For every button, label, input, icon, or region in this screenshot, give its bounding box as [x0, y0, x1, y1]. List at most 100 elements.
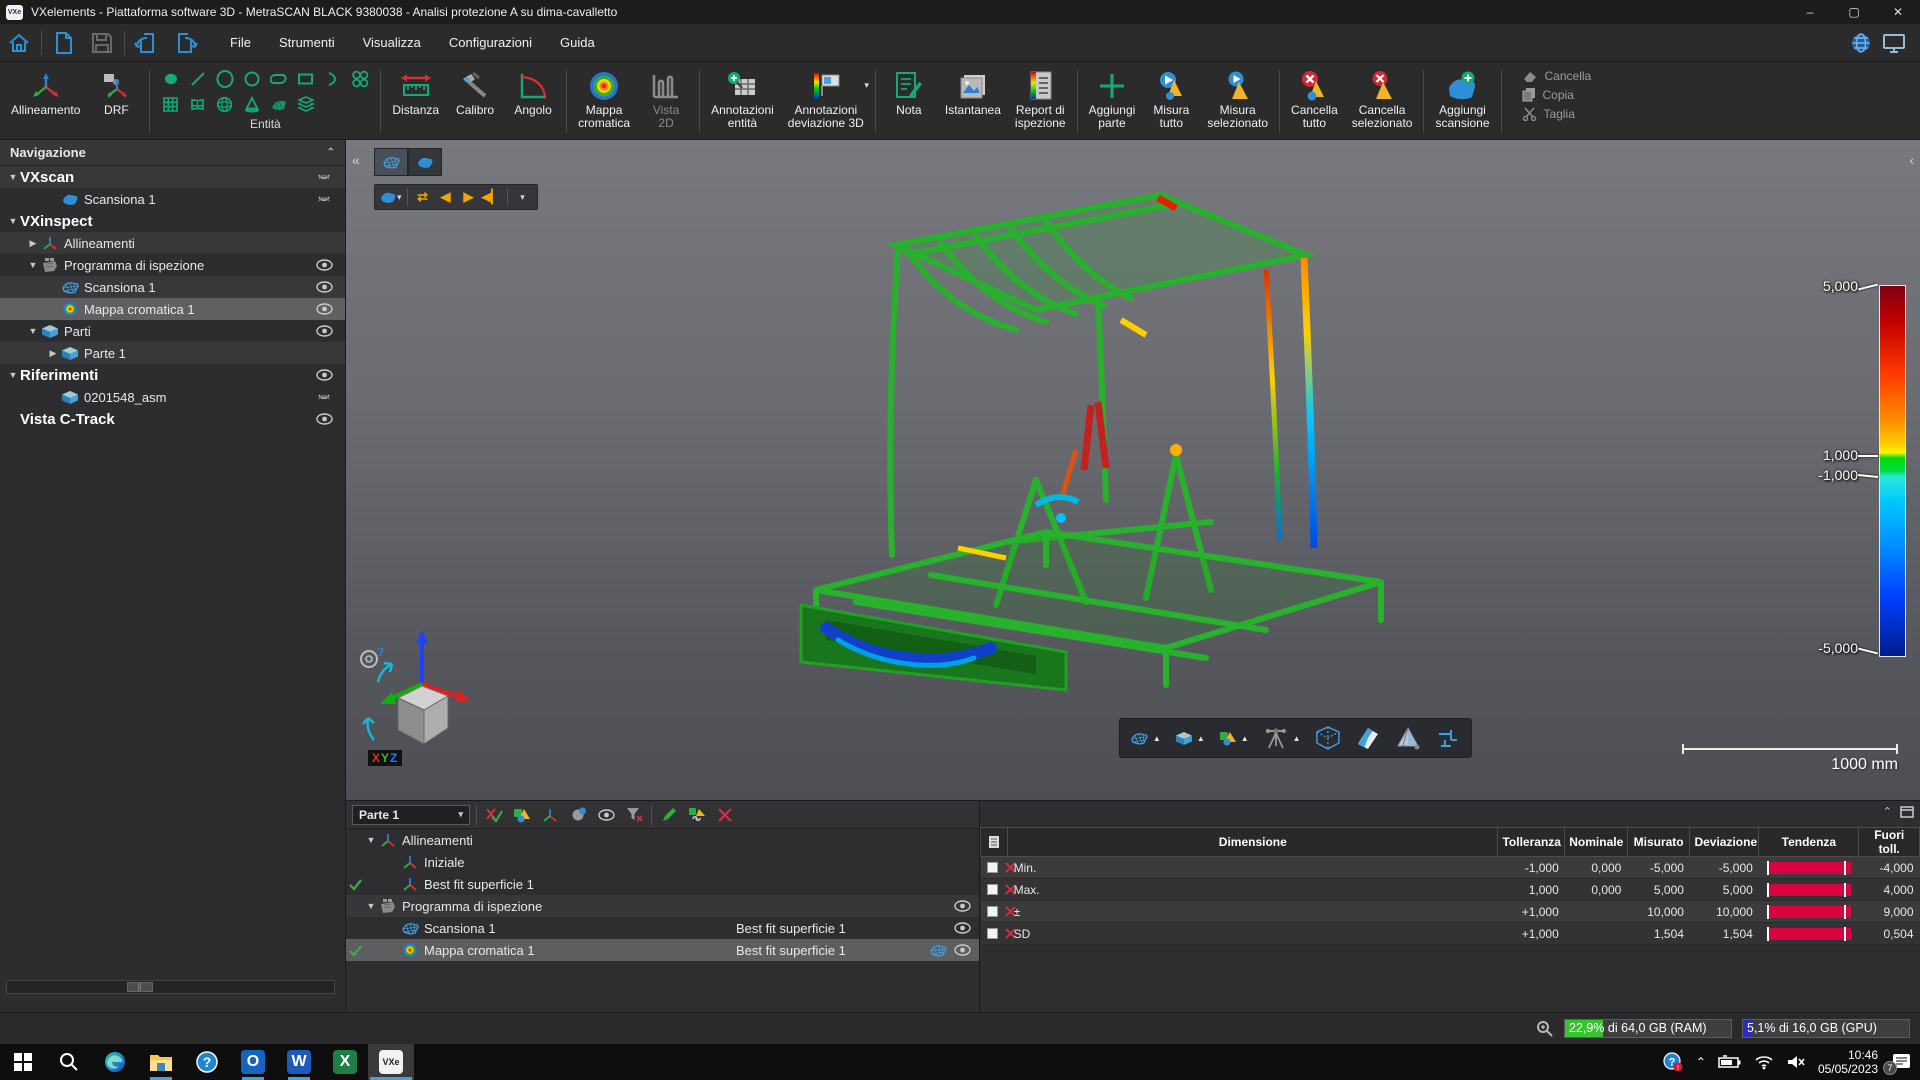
table-row-sd[interactable]: SD+1,0001,5041,5040,504: [981, 923, 1920, 945]
previous-frame-icon[interactable]: ◀: [436, 186, 456, 208]
col-tendenza[interactable]: Tendenza: [1759, 828, 1859, 857]
menu-configurazioni[interactable]: Configurazioni: [437, 29, 544, 56]
part-tree-item-iniziale[interactable]: Iniziale: [346, 851, 979, 873]
outlook-button[interactable]: O: [230, 1044, 276, 1080]
volume-muted-icon[interactable]: [1786, 1054, 1806, 1070]
edge-button[interactable]: [92, 1044, 138, 1080]
chevron-down-icon[interactable]: ▼: [26, 260, 40, 270]
chevron-down-icon[interactable]: ▼: [6, 370, 20, 380]
dropdown-arrow-icon[interactable]: ▲: [1241, 734, 1249, 743]
link-entities-icon[interactable]: [686, 804, 708, 826]
mappa-cromatica-button[interactable]: Mappa cromatica: [571, 64, 637, 139]
notification-center-icon[interactable]: 7: [1890, 1052, 1912, 1072]
scan-selector-button[interactable]: ▾: [379, 186, 402, 208]
entity-point-icon[interactable]: [158, 67, 183, 91]
istantanea-button[interactable]: Istantanea: [938, 64, 1008, 139]
allineamento-button[interactable]: Allineamento: [4, 64, 87, 139]
tray-help-icon[interactable]: ?!: [1662, 1051, 1684, 1073]
entity-cone-icon[interactable]: [239, 92, 264, 116]
table-row-min[interactable]: Min.-1,0000,000-5,000-5,000-4,000: [981, 857, 1920, 879]
col-deviazione[interactable]: Deviazione: [1690, 828, 1759, 857]
toggle-half-icon[interactable]: [315, 191, 333, 207]
part-tree-item-scansiona-1[interactable]: Scansiona 1Best fit superficie 1: [346, 917, 979, 939]
entity-circle-icon[interactable]: [239, 67, 264, 91]
collapse-left-panel-icon[interactable]: «: [352, 152, 360, 168]
nav-item-allineamenti[interactable]: ▶Allineamenti: [0, 232, 345, 254]
alignment-filter-icon[interactable]: [539, 804, 561, 826]
aggiungi-scansione-button[interactable]: Aggiungi scansione: [1428, 64, 1496, 139]
help-button[interactable]: ?: [184, 1044, 230, 1080]
visibility-eye-icon[interactable]: [315, 323, 333, 339]
navigation-collapse-icon[interactable]: ⌃: [327, 147, 335, 158]
angolo-button[interactable]: Angolo: [504, 64, 562, 139]
nav-item-parte-1[interactable]: ▶Parte 1: [0, 342, 345, 364]
visibility-eye-icon[interactable]: [954, 900, 971, 912]
toggle-half-icon[interactable]: [315, 169, 333, 185]
cancella-selezionato-button[interactable]: Cancella selezionato: [1345, 64, 1420, 139]
nav-item-mappa-cromatica-1[interactable]: Mappa cromatica 1: [0, 298, 345, 320]
search-button[interactable]: [46, 1044, 92, 1080]
drf-button[interactable]: DRF: [87, 64, 145, 139]
part-selector-dropdown[interactable]: Parte 1▾: [352, 805, 470, 825]
file-explorer-button[interactable]: [138, 1044, 184, 1080]
entity-line-icon[interactable]: [185, 67, 210, 91]
col-dimensione[interactable]: Dimensione: [1008, 828, 1498, 857]
misura-selezionato-button[interactable]: Misura selezionato: [1200, 64, 1275, 139]
table-row-±[interactable]: ±+1,00010,00010,0009,000: [981, 901, 1920, 923]
next-frame-icon[interactable]: ▶: [459, 186, 479, 208]
menu-file[interactable]: File: [218, 29, 263, 56]
tracker-display-mode-button[interactable]: ▲: [1263, 726, 1301, 750]
zoom-magnifier-icon[interactable]: [1536, 1020, 1554, 1038]
chevron-down-icon[interactable]: ▼: [364, 901, 378, 911]
orientation-cube[interactable]: XYZ: [356, 622, 486, 772]
chevron-right-icon[interactable]: ▶: [26, 238, 40, 249]
aggiungi-parte-button[interactable]: Aggiungi parte: [1082, 64, 1143, 139]
entity-patch-icon[interactable]: [266, 92, 291, 116]
part-tree-item-best-fit-superficie-1[interactable]: Best fit superficie 1: [346, 873, 979, 895]
calibro-button[interactable]: Calibro: [446, 64, 504, 139]
part-display-mode-button[interactable]: ▲: [1175, 731, 1205, 746]
edit-icon[interactable]: [658, 804, 680, 826]
nota-button[interactable]: Nota: [880, 64, 938, 139]
entity-rect-icon[interactable]: [293, 67, 318, 91]
export-session-button[interactable]: [166, 26, 204, 60]
part-tree-item-mappa-cromatica-1[interactable]: Mappa cromatica 1Best fit superficie 1: [346, 939, 979, 961]
visibility-eye-icon[interactable]: [954, 944, 971, 956]
visibility-eye-icon[interactable]: [315, 279, 333, 295]
scanned-part-colormap-model[interactable]: [706, 150, 1466, 790]
nav-item-vxinspect[interactable]: ▼VXinspect: [0, 210, 345, 232]
menu-visualizza[interactable]: Visualizza: [351, 29, 433, 56]
minimize-button[interactable]: –: [1788, 0, 1832, 24]
entity-circles4-icon[interactable]: [347, 67, 372, 91]
nav-item-programma-di-ispezione[interactable]: ▼Programma di ispezione: [0, 254, 345, 276]
delete-icon[interactable]: [714, 804, 736, 826]
visibility-eye-icon[interactable]: [954, 922, 971, 934]
dropdown-arrow-icon[interactable]: ▲: [1153, 734, 1161, 743]
battery-icon[interactable]: [1718, 1055, 1742, 1069]
start-button[interactable]: [0, 1044, 46, 1080]
nav-item-vista-c-track[interactable]: Vista C-Track: [0, 408, 345, 430]
cancella-tutto-button[interactable]: Cancella tutto: [1284, 64, 1345, 139]
visibility-eye-icon[interactable]: [315, 257, 333, 273]
entity-arc-icon[interactable]: [320, 67, 345, 91]
probe-filter-icon[interactable]: [567, 804, 589, 826]
entity-grid-icon[interactable]: [158, 92, 183, 116]
display-icon[interactable]: [1882, 32, 1906, 54]
visibility-eye-icon[interactable]: [315, 301, 333, 317]
scanwire-icon[interactable]: [929, 943, 948, 957]
maximize-button[interactable]: ▢: [1832, 0, 1876, 24]
table-row-max[interactable]: Max.1,0000,0005,0005,0004,000: [981, 879, 1920, 901]
entity-ellipse-icon[interactable]: [212, 67, 237, 91]
table-list-icon[interactable]: [981, 828, 1008, 857]
panel-layout-icon[interactable]: [1900, 806, 1914, 818]
visibility-eye-icon[interactable]: [315, 411, 333, 427]
col-fuori-toll[interactable]: Fuori toll.: [1859, 828, 1920, 857]
panel-collapse-icon[interactable]: ⌃: [1883, 805, 1892, 818]
visibility-icon[interactable]: [595, 804, 617, 826]
part-tree-item-allineamenti[interactable]: ▼Allineamenti: [346, 829, 979, 851]
row-checkbox[interactable]: [987, 862, 998, 873]
collapse-right-panel-icon[interactable]: ‹: [1909, 152, 1914, 168]
scan-display-mode-button[interactable]: ▲: [1130, 731, 1161, 745]
row-checkbox[interactable]: [987, 884, 998, 895]
tray-chevron-icon[interactable]: ⌃: [1696, 1055, 1706, 1069]
